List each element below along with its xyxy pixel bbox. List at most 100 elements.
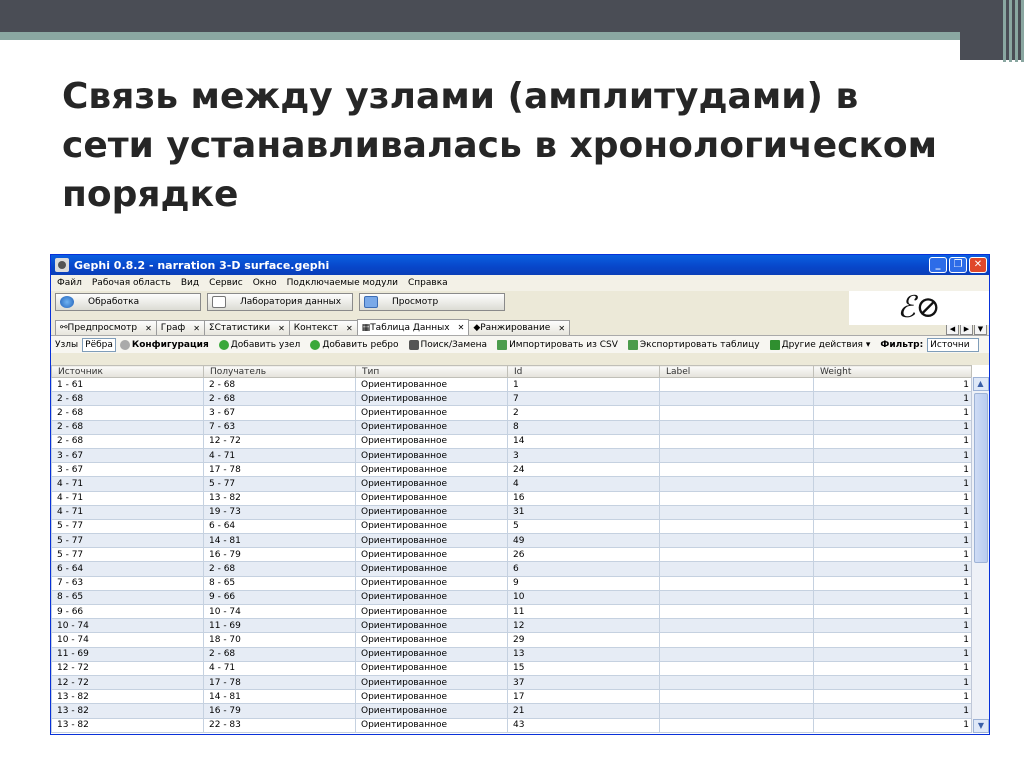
table-cell[interactable]: Ориентированное — [355, 504, 508, 520]
table-cell[interactable] — [659, 561, 814, 577]
table-cell[interactable]: 4 - 71 — [203, 660, 356, 676]
table-cell[interactable] — [659, 533, 814, 549]
table-cell[interactable]: 1 — [813, 533, 972, 549]
table-cell[interactable]: 5 - 77 — [51, 547, 204, 563]
table-row[interactable]: 3 - 67 17 - 78 Ориентированное 24 1 — [51, 462, 972, 478]
scroll-thumb[interactable] — [973, 393, 988, 563]
table-cell[interactable]: 5 - 77 — [51, 533, 204, 549]
table-cell[interactable] — [659, 674, 814, 691]
table-cell[interactable]: 11 — [507, 603, 660, 620]
table-cell[interactable]: 13 - 82 — [203, 490, 356, 506]
table-row[interactable]: 11 - 69 2 - 68 Ориентированное 13 1 — [51, 646, 972, 662]
table-cell[interactable]: 1 - 61 — [51, 376, 204, 393]
scroll-down-icon[interactable]: ▼ — [973, 719, 989, 733]
table-cell[interactable]: 49 — [507, 533, 660, 549]
table-cell[interactable]: 37 — [507, 674, 660, 691]
table-cell[interactable]: 9 - 66 — [203, 589, 356, 606]
table-cell[interactable]: Ориентированное — [355, 674, 508, 691]
table-row[interactable]: 13 - 82 22 - 83 Ориентированное 43 1 — [51, 717, 972, 733]
table-cell[interactable]: 1 — [813, 547, 972, 563]
table-cell[interactable]: 14 - 81 — [203, 533, 356, 549]
table-cell[interactable]: 2 - 68 — [203, 376, 356, 393]
table-cell[interactable]: 9 - 66 — [51, 603, 204, 620]
table-cell[interactable]: 1 — [813, 504, 972, 520]
table-cell[interactable]: Ориентированное — [355, 490, 508, 506]
table-cell[interactable]: 19 - 73 — [203, 504, 356, 520]
column-header-type[interactable]: Тип — [355, 365, 508, 378]
table-cell[interactable]: 13 — [507, 646, 660, 662]
table-cell[interactable]: Ориентированное — [355, 646, 508, 662]
import-csv-button[interactable]: Импортировать из CSV — [497, 339, 618, 350]
table-cell[interactable] — [659, 717, 814, 733]
table-cell[interactable] — [659, 419, 814, 435]
table-cell[interactable]: 1 — [813, 376, 972, 393]
table-cell[interactable]: Ориентированное — [355, 717, 508, 733]
table-cell[interactable]: 13 - 82 — [51, 703, 204, 719]
close-button[interactable]: ✕ — [969, 257, 987, 273]
table-cell[interactable]: 12 — [507, 618, 660, 634]
table-cell[interactable]: 11 - 69 — [51, 646, 204, 662]
menu-file[interactable]: Файл — [57, 278, 82, 288]
table-cell[interactable]: 7 - 63 — [51, 575, 204, 591]
table-cell[interactable]: 17 - 78 — [203, 462, 356, 478]
table-cell[interactable]: Ориентированное — [355, 689, 508, 705]
table-row[interactable]: 2 - 68 2 - 68 Ориентированное 7 1 — [51, 391, 972, 407]
table-cell[interactable]: Ориентированное — [355, 632, 508, 648]
menu-workspace[interactable]: Рабочая область — [92, 278, 171, 288]
table-cell[interactable]: 14 - 81 — [203, 689, 356, 705]
table-cell[interactable]: 4 - 71 — [51, 504, 204, 520]
table-cell[interactable]: 1 — [813, 476, 972, 492]
configuration-button[interactable]: Конфигурация — [119, 339, 209, 350]
table-cell[interactable]: 24 — [507, 462, 660, 478]
table-cell[interactable]: 1 — [813, 646, 972, 662]
table-cell[interactable] — [659, 433, 814, 449]
table-cell[interactable]: 13 - 82 — [51, 689, 204, 705]
table-row[interactable]: 3 - 67 4 - 71 Ориентированное 3 1 — [51, 447, 972, 464]
table-cell[interactable]: Ориентированное — [355, 533, 508, 549]
table-cell[interactable] — [659, 547, 814, 563]
table-cell[interactable]: 6 — [507, 561, 660, 577]
table-cell[interactable]: 3 — [507, 447, 660, 464]
column-header-label[interactable]: Label — [659, 365, 814, 378]
table-cell[interactable]: 6 - 64 — [51, 561, 204, 577]
tab-data-table[interactable]: ▦ Таблица Данных ✕ — [356, 319, 470, 335]
overview-perspective-button[interactable]: Обработка — [55, 293, 201, 311]
table-cell[interactable]: 4 - 71 — [203, 447, 356, 464]
table-cell[interactable]: 12 - 72 — [51, 660, 204, 676]
menu-tools[interactable]: Сервис — [209, 278, 243, 288]
table-cell[interactable] — [659, 476, 814, 492]
table-row[interactable]: 4 - 71 19 - 73 Ориентированное 31 1 — [51, 504, 972, 520]
table-row[interactable]: 7 - 63 8 - 65 Ориентированное 9 1 — [51, 575, 972, 591]
table-cell[interactable]: 14 — [507, 433, 660, 449]
table-cell[interactable]: 13 - 82 — [51, 717, 204, 733]
table-cell[interactable]: 6 - 64 — [203, 518, 356, 535]
table-cell[interactable]: 5 - 77 — [51, 518, 204, 535]
add-edge-button[interactable]: Добавить ребро — [310, 339, 399, 350]
menu-window[interactable]: Окно — [253, 278, 277, 288]
close-tab-icon[interactable]: ✕ — [278, 324, 285, 333]
table-cell[interactable]: 4 - 71 — [51, 490, 204, 506]
table-cell[interactable]: 10 - 74 — [51, 632, 204, 648]
table-row[interactable]: 2 - 68 12 - 72 Ориентированное 14 1 — [51, 433, 972, 449]
table-cell[interactable]: Ориентированное — [355, 462, 508, 478]
table-cell[interactable]: Ориентированное — [355, 703, 508, 719]
table-cell[interactable] — [659, 376, 814, 393]
table-row[interactable]: 13 - 82 14 - 81 Ориентированное 17 1 — [51, 689, 972, 705]
table-cell[interactable] — [659, 646, 814, 662]
table-cell[interactable]: Ориентированное — [355, 561, 508, 577]
table-cell[interactable]: 43 — [507, 717, 660, 733]
table-row[interactable]: 9 - 66 10 - 74 Ориентированное 11 1 — [51, 603, 972, 620]
close-tab-icon[interactable]: ✕ — [145, 324, 152, 333]
table-row[interactable]: 5 - 77 14 - 81 Ориентированное 49 1 — [51, 533, 972, 549]
table-cell[interactable]: 1 — [813, 674, 972, 691]
table-row[interactable]: 12 - 72 17 - 78 Ориентированное 37 1 — [51, 674, 972, 691]
table-row[interactable]: 4 - 71 13 - 82 Ориентированное 16 1 — [51, 490, 972, 506]
table-cell[interactable]: 2 - 68 — [51, 419, 204, 435]
table-cell[interactable]: 29 — [507, 632, 660, 648]
table-row[interactable]: 5 - 77 16 - 79 Ориентированное 26 1 — [51, 547, 972, 563]
table-cell[interactable]: 7 - 63 — [203, 419, 356, 435]
table-row[interactable]: 2 - 68 3 - 67 Ориентированное 2 1 — [51, 405, 972, 421]
table-cell[interactable]: 1 — [813, 518, 972, 535]
table-cell[interactable]: 1 — [813, 433, 972, 449]
close-tab-icon[interactable]: ✕ — [558, 324, 565, 333]
